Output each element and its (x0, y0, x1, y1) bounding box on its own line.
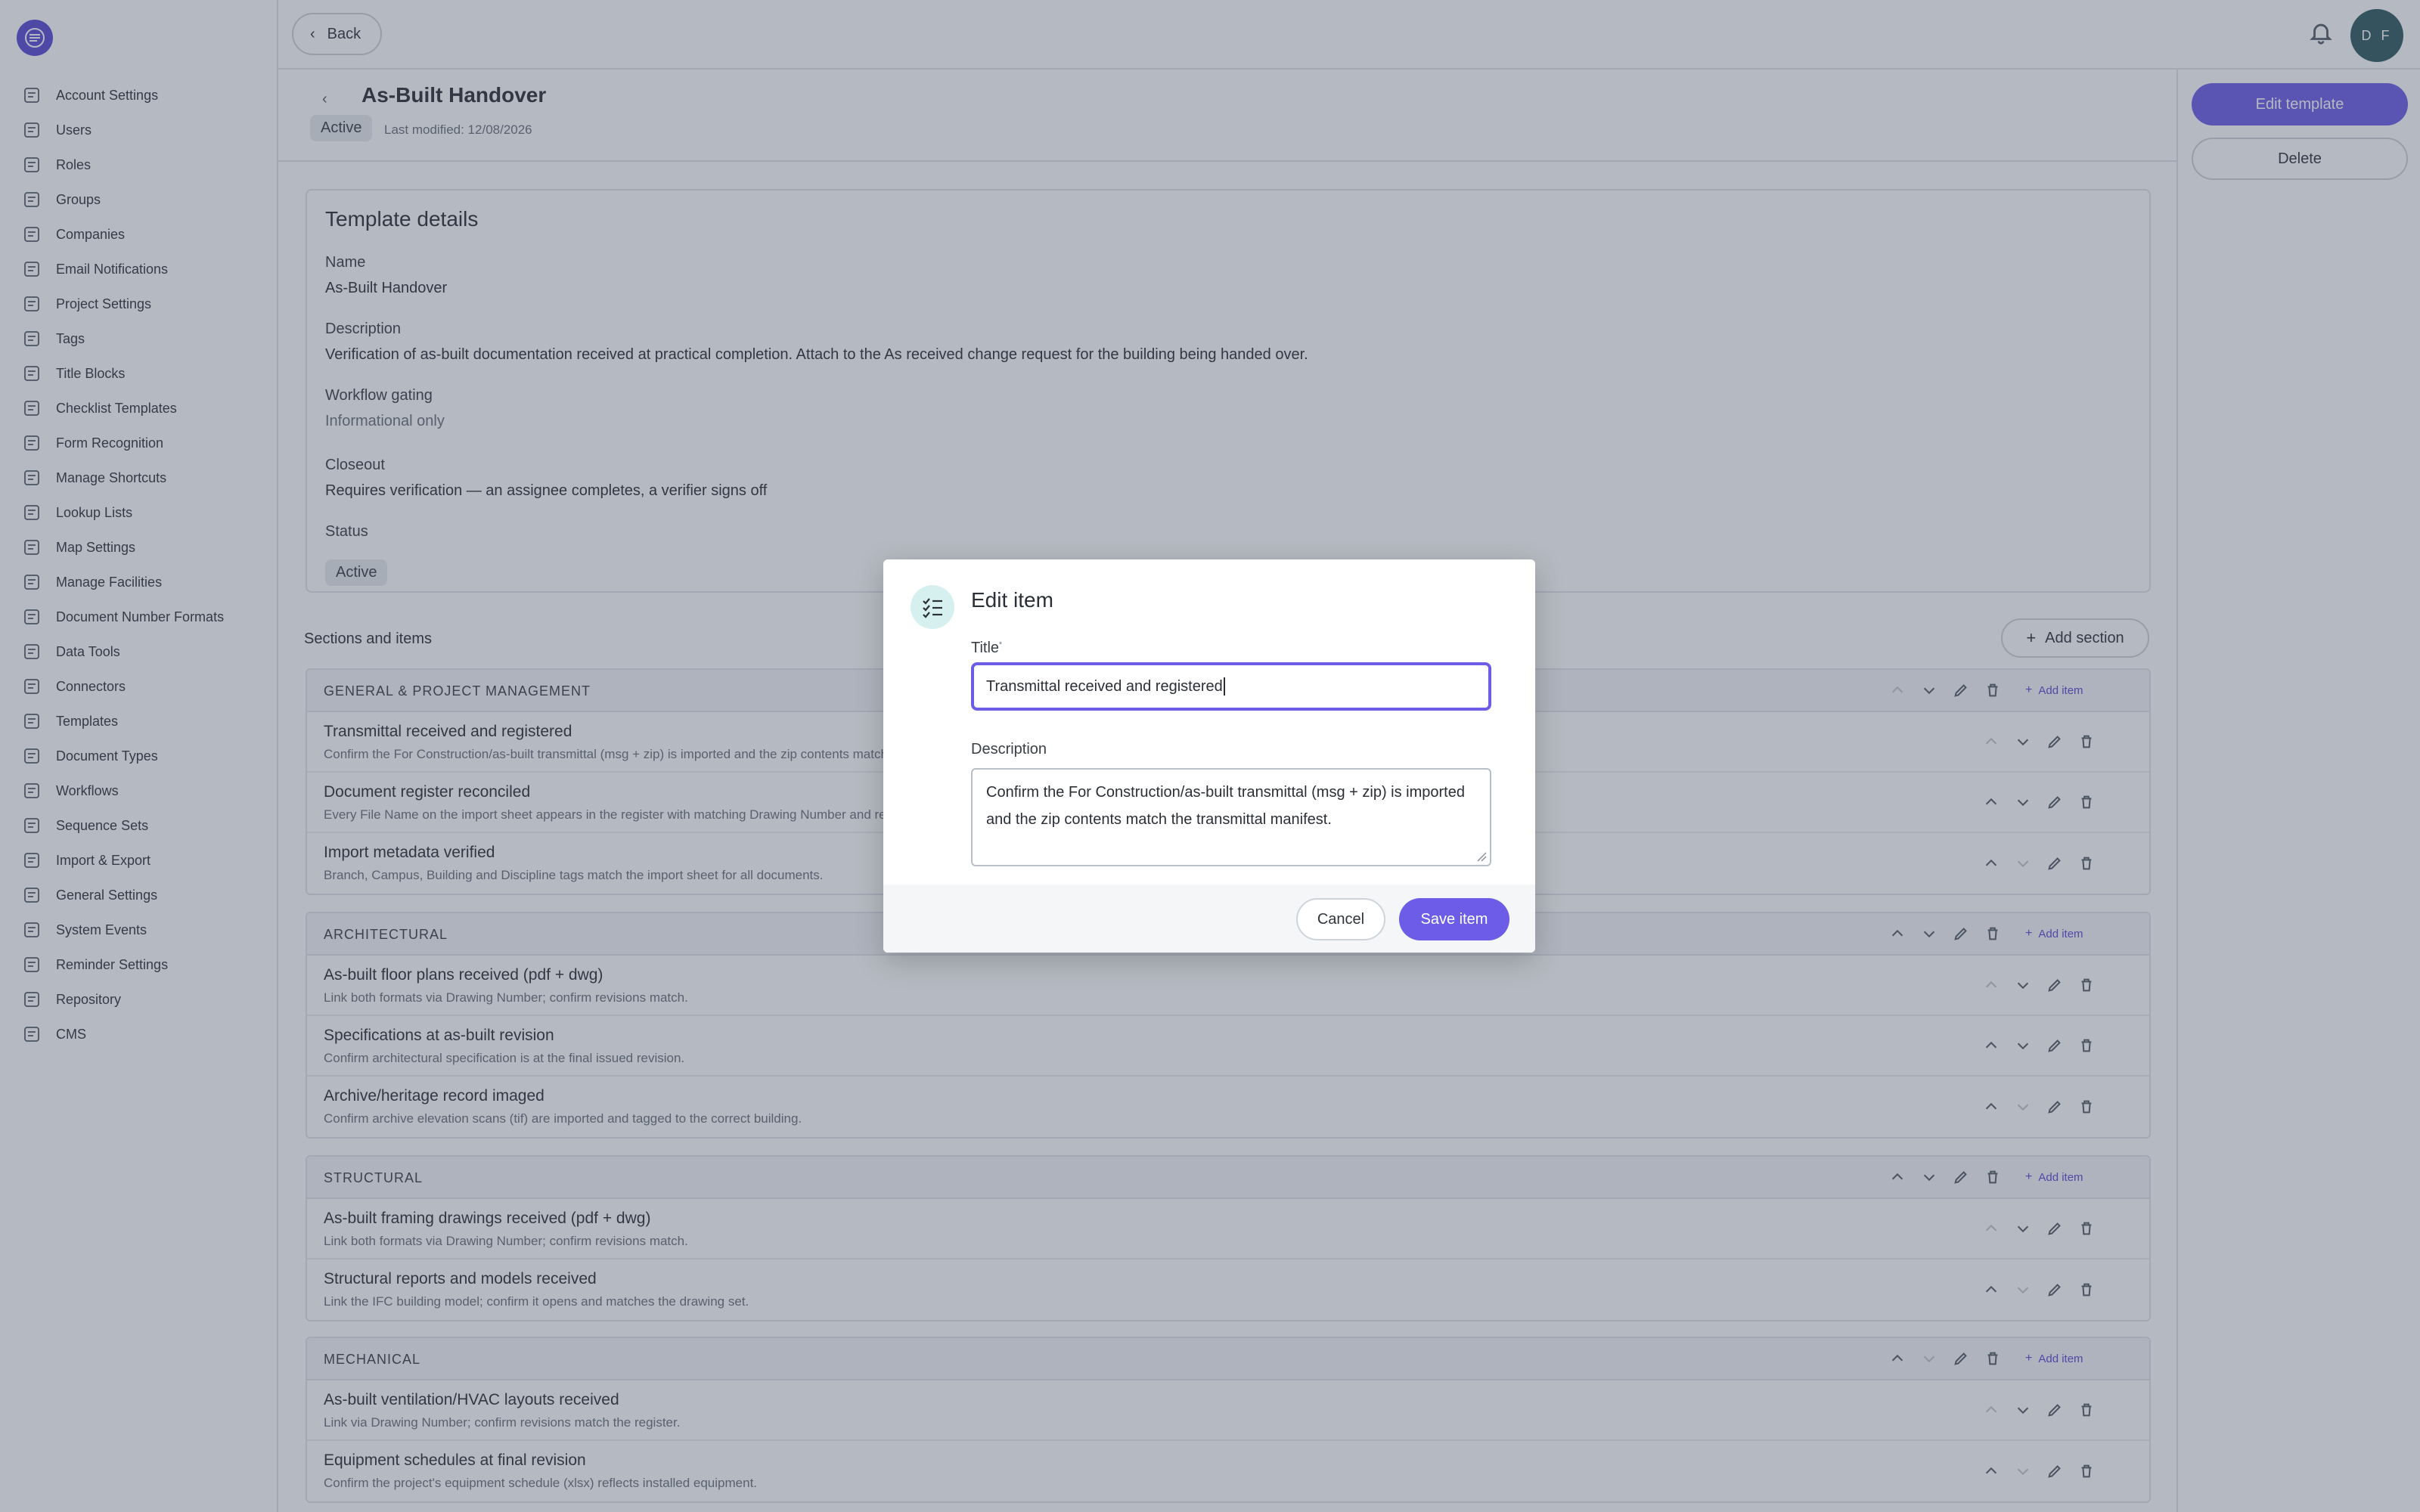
edit-item-dialog: Edit item Title* Transmittal received an… (883, 559, 1535, 953)
title-field-label: Title* (971, 640, 1002, 657)
checklist-icon (911, 585, 954, 629)
description-textarea-value: Confirm the For Construction/as-built tr… (986, 784, 1465, 828)
title-input-value: Transmittal received and registered (986, 677, 1223, 695)
description-field-label: Description (971, 741, 1047, 758)
text-caret (1223, 677, 1225, 696)
dialog-footer: Cancel Save item (883, 885, 1535, 953)
title-label-text: Title (971, 640, 1000, 656)
title-input[interactable]: Transmittal received and registered (971, 662, 1491, 711)
cancel-button[interactable]: Cancel (1296, 898, 1385, 940)
resize-handle-icon[interactable] (1476, 851, 1487, 862)
dialog-title: Edit item (971, 588, 1053, 612)
description-textarea[interactable]: Confirm the For Construction/as-built tr… (971, 768, 1491, 866)
save-item-button[interactable]: Save item (1399, 898, 1509, 940)
required-mark: * (999, 640, 1002, 649)
